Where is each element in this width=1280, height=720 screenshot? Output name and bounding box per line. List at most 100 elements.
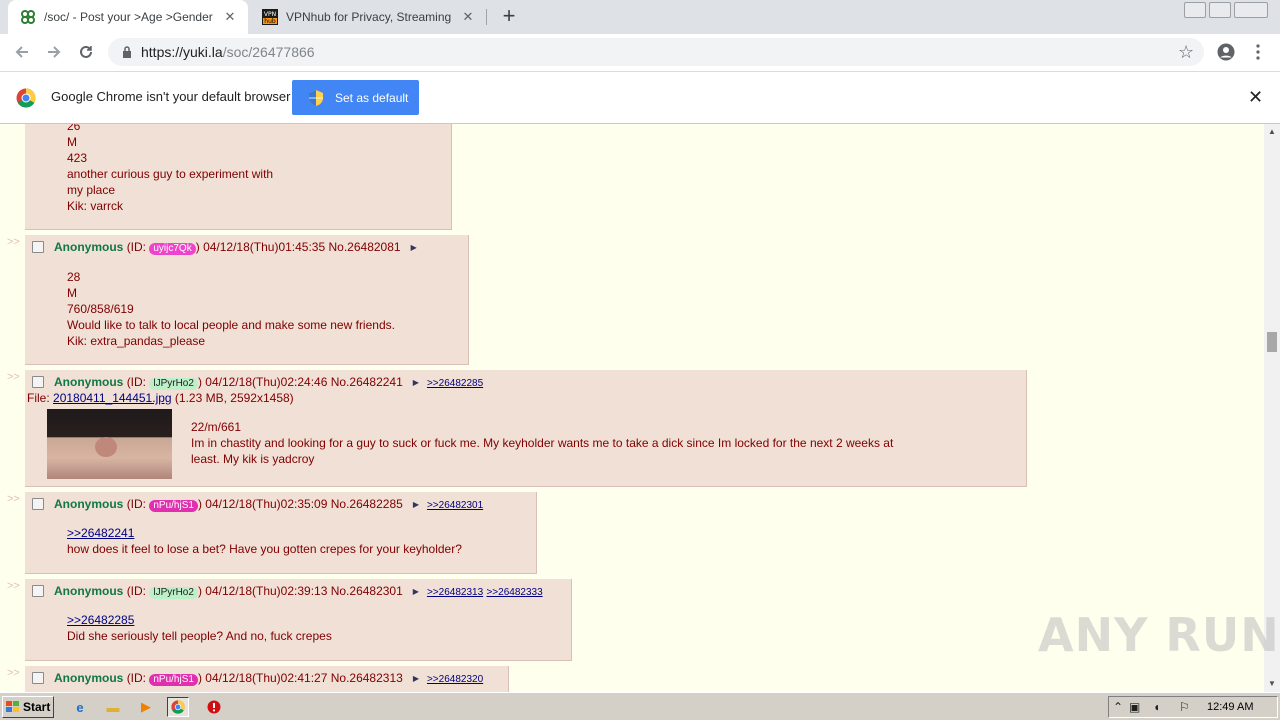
post-datetime: 04/12/18(Thu)02:24:46	[205, 375, 328, 389]
network-icon[interactable]: ▣	[1129, 700, 1140, 714]
post-number[interactable]: No.26482241	[331, 375, 403, 389]
id-prefix: (ID:	[126, 240, 150, 254]
backlink[interactable]: >>26482301	[427, 500, 483, 511]
backlink[interactable]: >>26482285	[427, 378, 483, 389]
folder-icon[interactable]: ▬	[102, 697, 124, 717]
reply-post: Anonymous (ID: lJPyrHo2) 04/12/18(Thu)02…	[25, 370, 1027, 487]
post-datetime: 04/12/18(Thu)02:39:13	[205, 584, 328, 598]
new-tab-icon[interactable]: +	[498, 5, 520, 28]
post-checkbox[interactable]	[32, 376, 44, 388]
chrome-taskbar-icon[interactable]	[167, 697, 189, 717]
reply-post: Anonymous (ID: nPu/hjS1) 04/12/18(Thu)02…	[25, 492, 537, 574]
post-number[interactable]: No.26482285	[331, 497, 403, 511]
forward-arrow-icon[interactable]	[44, 42, 64, 62]
post-checkbox[interactable]	[32, 498, 44, 510]
minimize-button[interactable]	[1184, 2, 1206, 18]
tab-close-icon[interactable]: ✕	[460, 9, 476, 25]
poster-id[interactable]: lJPyrHo2	[149, 378, 198, 390]
profile-icon[interactable]	[1216, 42, 1236, 62]
bookmark-star-icon[interactable]: ☆	[1178, 42, 1194, 63]
post-checkbox[interactable]	[32, 672, 44, 684]
quote-link[interactable]: >>26482285	[67, 613, 134, 627]
internet-explorer-icon[interactable]: e	[69, 697, 91, 717]
post-message: 22/m/661 Im in chastity and looking for …	[191, 419, 893, 467]
scrollbar-thumb[interactable]	[1267, 332, 1277, 352]
start-button[interactable]: Start	[2, 696, 54, 718]
thread-content: 26 M 423 another curious guy to experime…	[0, 124, 1264, 692]
stop-sign-icon[interactable]	[203, 697, 225, 717]
maximize-button[interactable]	[1209, 2, 1231, 18]
post-line: Would like to talk to local people and m…	[67, 318, 395, 332]
post-checkbox[interactable]	[32, 241, 44, 253]
post-checkbox[interactable]	[32, 585, 44, 597]
post-line: 22/m/661	[191, 420, 242, 434]
post-number[interactable]: No.26482081	[329, 240, 401, 254]
scroll-down-icon[interactable]: ▼	[1264, 679, 1280, 688]
image-thumbnail[interactable]	[47, 409, 172, 479]
poster-name: Anonymous	[54, 584, 124, 598]
close-window-button[interactable]	[1234, 2, 1268, 18]
poster-id[interactable]: nPu/hjS1	[149, 674, 198, 686]
backlink[interactable]: >>26482313	[427, 587, 483, 598]
id-prefix: (ID:	[126, 375, 150, 389]
tab-soc[interactable]: /soc/ - Post your >Age >Gender >A ✕	[8, 0, 248, 34]
post-line: my place	[67, 183, 116, 197]
post-menu-icon[interactable]: ▶	[413, 378, 419, 387]
post-line: Did she seriously tell people? And no, f…	[67, 629, 332, 643]
reply-arrows: >>	[7, 493, 20, 505]
tray-expand-icon[interactable]: ⌃	[1113, 700, 1123, 714]
post-number[interactable]: No.26482313	[331, 671, 403, 685]
menu-kebab-icon[interactable]	[1248, 42, 1268, 62]
id-suffix: )	[195, 240, 200, 254]
poster-name: Anonymous	[54, 497, 124, 511]
backlink[interactable]: >>26482320	[427, 674, 483, 685]
poster-name: Anonymous	[54, 240, 124, 254]
reply-post: 26 M 423 another curious guy to experime…	[25, 124, 452, 230]
post-number[interactable]: No.26482301	[331, 584, 403, 598]
tab-title: VPNhub for Privacy, Streaming and Pr	[286, 10, 454, 24]
address-bar[interactable]: https://yuki.la/soc/26477866 ☆	[108, 38, 1204, 66]
poster-id[interactable]: uyijc7Qk	[149, 243, 196, 255]
vertical-scrollbar[interactable]: ▲ ▼	[1264, 124, 1280, 692]
post-menu-icon[interactable]: ▶	[411, 243, 417, 252]
taskbar: Start e ▬ ▶ ⌃ ▣ ◖ ⚐ 12:49 AM	[0, 692, 1280, 720]
post-menu-icon[interactable]: ▶	[413, 674, 419, 683]
reply-post: Anonymous (ID: uyijc7Qk) 04/12/18(Thu)01…	[25, 235, 469, 365]
infobar-close-icon[interactable]: ✕	[1248, 87, 1263, 108]
post-header: Anonymous (ID: nPu/hjS1) 04/12/18(Thu)02…	[32, 671, 483, 686]
back-arrow-icon[interactable]	[12, 42, 32, 62]
svg-text:VPN: VPN	[264, 11, 276, 18]
tab-close-icon[interactable]: ✕	[222, 9, 238, 25]
poster-name: Anonymous	[54, 671, 124, 685]
post-line: least. My kik is yadcroy	[191, 452, 315, 466]
poster-id[interactable]: nPu/hjS1	[149, 500, 198, 512]
id-suffix: )	[197, 375, 202, 389]
infobar-message: Google Chrome isn't your default browser	[51, 89, 291, 104]
set-as-default-label: Set as default	[335, 90, 409, 105]
reply-post: Anonymous (ID: lJPyrHo2) 04/12/18(Thu)02…	[25, 579, 572, 661]
reply-arrows: >>	[7, 371, 20, 383]
post-line: another curious guy to experiment with	[67, 167, 274, 181]
volume-icon[interactable]: ◖	[1153, 700, 1160, 714]
quote-link[interactable]: >>26482241	[67, 526, 134, 540]
shield-icon	[309, 89, 323, 106]
id-suffix: )	[197, 497, 202, 511]
reply-arrows: >>	[7, 580, 20, 592]
reload-icon[interactable]	[76, 42, 96, 62]
post-menu-icon[interactable]: ▶	[413, 587, 419, 596]
post-message: >>26482285 Did she seriously tell people…	[67, 612, 332, 644]
poster-id[interactable]: lJPyrHo2	[149, 587, 198, 599]
tab-separator	[486, 9, 487, 25]
start-label: Start	[23, 700, 51, 714]
action-center-flag-icon[interactable]: ⚐	[1179, 700, 1190, 714]
post-menu-icon[interactable]: ▶	[413, 500, 419, 509]
file-link[interactable]: 20180411_144451.jpg	[53, 391, 172, 405]
system-tray: ⌃ ▣ ◖ ⚐ 12:49 AM	[1108, 696, 1278, 718]
media-player-icon[interactable]: ▶	[135, 697, 157, 717]
scroll-up-icon[interactable]: ▲	[1264, 127, 1280, 136]
clover-favicon-icon	[21, 10, 35, 24]
set-as-default-button[interactable]: Set as default	[292, 80, 419, 115]
tab-vpnhub[interactable]: VPN hub VPNhub for Privacy, Streaming an…	[250, 0, 486, 34]
backlink[interactable]: >>26482333	[486, 587, 542, 598]
post-header: Anonymous (ID: nPu/hjS1) 04/12/18(Thu)02…	[32, 497, 483, 512]
